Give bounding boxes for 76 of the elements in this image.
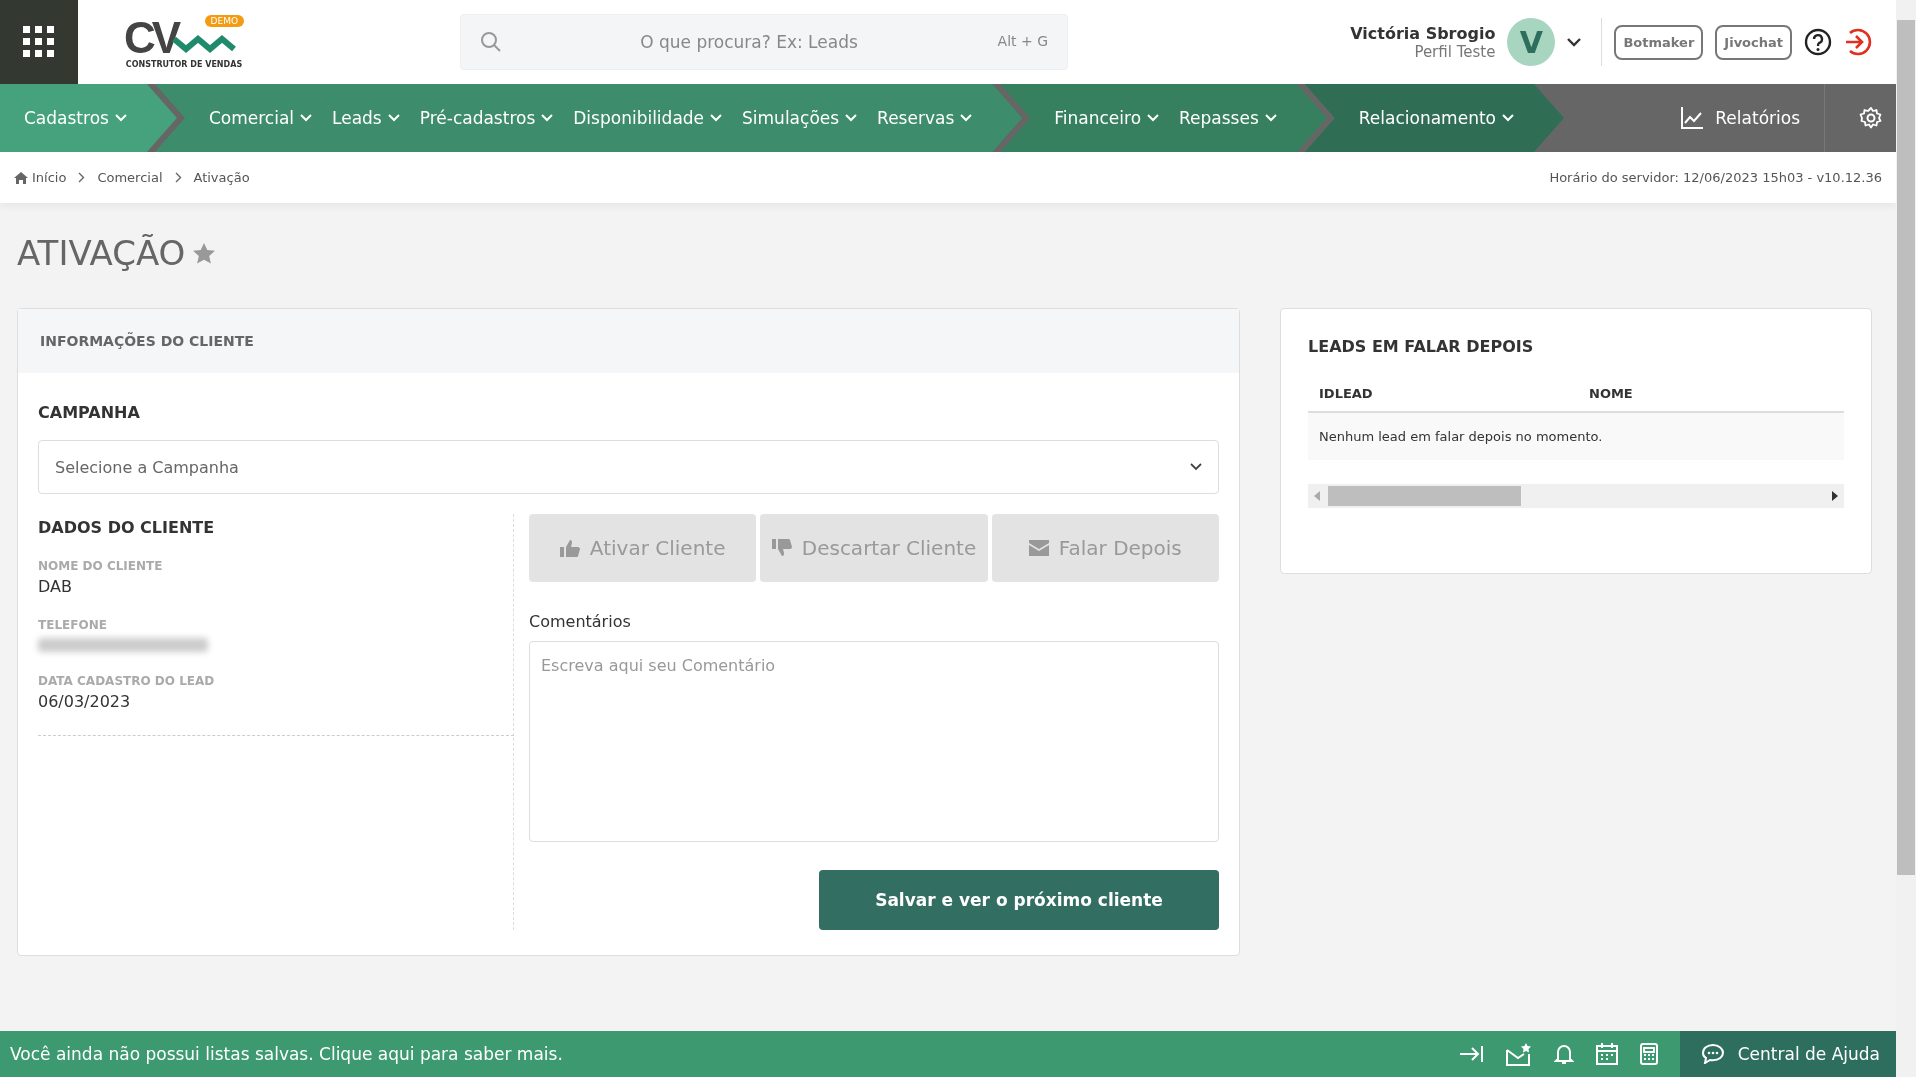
field-label: TELEFONE <box>38 618 108 632</box>
scroll-left-icon[interactable] <box>1314 491 1320 501</box>
campaign-select[interactable]: Selecione a Campanha <box>38 440 1219 494</box>
chevron-down-icon <box>845 114 858 122</box>
arrow-to-bar-icon[interactable] <box>1459 1045 1484 1063</box>
comments-field[interactable]: Escreva aqui seu Comentário <box>529 641 1219 842</box>
empty-message: Nenhum lead em falar depois no momento. <box>1319 429 1603 444</box>
chevron-down-icon <box>960 114 973 122</box>
help-center-button[interactable]: Central de Ajuda <box>1679 1031 1896 1077</box>
chevron-down-icon <box>114 114 127 122</box>
saved-lists-link[interactable]: Você ainda não possui listas salvas. Clique aqui para saber mais. <box>0 1044 563 1064</box>
chevron-right-icon <box>174 172 182 183</box>
chevron-down-icon <box>1190 463 1202 471</box>
column-header: NOME <box>1589 386 1633 401</box>
field-value: 06/03/2023 <box>38 692 132 711</box>
menu-item[interactable]: Comercial <box>208 108 313 128</box>
chevron-down-icon <box>710 114 723 122</box>
field-label: NOME DO CLIENTE <box>38 559 164 573</box>
grid-icon <box>23 26 55 58</box>
menu-item[interactable]: Disponibilidade <box>573 108 723 128</box>
chevron-down-icon <box>1147 114 1160 122</box>
section-label: DADOS DO CLIENTE <box>38 518 216 537</box>
calculator-icon[interactable] <box>1639 1043 1658 1065</box>
bell-icon[interactable] <box>1553 1043 1574 1065</box>
menu-item[interactable]: Financeiro <box>1054 108 1160 128</box>
server-time: Horário do servidor: 12/06/2023 15h03 - v10.12.36 <box>1549 170 1882 185</box>
help-icon[interactable] <box>1804 28 1832 56</box>
menu-item[interactable]: Leads <box>332 108 400 128</box>
field-value: DAB <box>38 577 73 596</box>
comments-label: Comentários <box>529 612 632 631</box>
card-title: INFORMAÇÕES DO CLIENTE <box>40 333 254 349</box>
thumbs-down-icon <box>771 539 792 557</box>
demo-badge: DEMO <box>204 15 244 27</box>
chevron-down-icon <box>1264 114 1277 122</box>
field-label: DATA CADASTRO DO LEAD <box>38 674 216 688</box>
save-button[interactable]: Salvar e ver o próximo cliente <box>819 870 1219 930</box>
logo-text: CV <box>124 15 178 60</box>
page-title: ATIVAÇÃO <box>17 233 186 273</box>
star-icon[interactable] <box>193 242 216 264</box>
logo-tagline: CONSTRUTOR DE VENDAS <box>125 59 243 69</box>
home-icon <box>14 171 28 184</box>
thumbs-up-icon <box>559 539 580 557</box>
chevron-down-icon <box>1501 114 1514 122</box>
chat-button[interactable]: Jivochat <box>1715 24 1792 60</box>
apps-menu-button[interactable] <box>0 0 78 84</box>
user-avatar[interactable]: V <box>1507 18 1556 66</box>
menu-item[interactable]: Relacionamento <box>1358 108 1514 128</box>
chevron-down-icon[interactable] <box>1567 37 1582 47</box>
chevron-down-icon <box>300 114 313 122</box>
chevron-down-icon <box>541 114 554 122</box>
breadcrumb-link[interactable]: Início <box>14 170 67 185</box>
section-label: CAMPANHA <box>38 403 141 422</box>
menu-item[interactable]: Reservas <box>877 108 973 128</box>
chevron-right-icon <box>78 172 86 183</box>
user-profile: Perfil Teste <box>1414 42 1496 61</box>
column-header: IDLEAD <box>1319 386 1374 401</box>
envelope-icon <box>1028 540 1049 556</box>
mail-star-icon[interactable] <box>1505 1042 1532 1066</box>
menu-item[interactable]: Cadastros <box>24 108 127 128</box>
menu-item[interactable]: Repasses <box>1179 108 1277 128</box>
menu-item[interactable]: Pré-cadastros <box>419 108 554 128</box>
search-icon <box>480 31 502 53</box>
calendar-icon[interactable] <box>1595 1043 1618 1065</box>
chat-button[interactable]: Botmaker <box>1614 24 1704 60</box>
shortcut-hint: Alt + G <box>997 33 1048 49</box>
settings-icon[interactable] <box>1859 106 1883 130</box>
line-chart-icon <box>1681 107 1704 129</box>
card-title: LEADS EM FALAR DEPOIS <box>1308 337 1535 356</box>
horizontal-scrollbar[interactable] <box>1308 484 1844 508</box>
user-name: Victória Sbrogio <box>1350 23 1496 43</box>
menu-item[interactable]: Simulações <box>742 108 858 128</box>
chevron-down-icon <box>387 114 400 122</box>
chat-bubble-icon <box>1701 1044 1724 1064</box>
breadcrumb-link[interactable]: Comercial <box>97 170 163 185</box>
breadcrumb-link[interactable]: Ativação <box>193 170 250 185</box>
scroll-right-icon[interactable] <box>1832 491 1838 501</box>
